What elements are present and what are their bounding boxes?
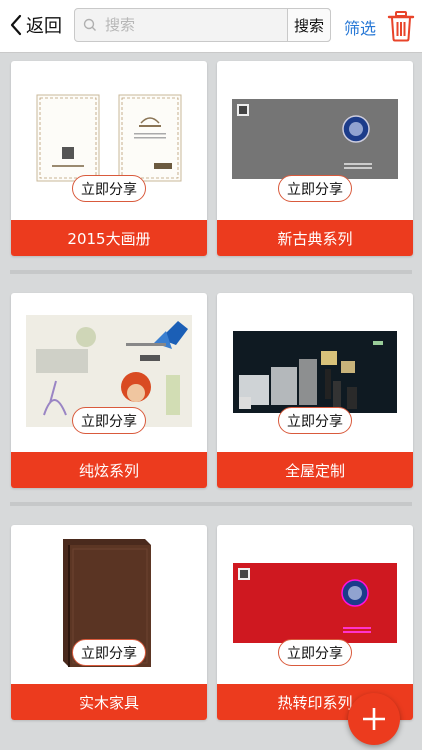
share-button[interactable]: 立即分享: [72, 175, 146, 202]
brochure-2015-icon: [36, 94, 182, 182]
plus-icon: [363, 708, 385, 730]
album-card-2015[interactable]: 立即分享 2015大画册: [11, 61, 207, 256]
red-cover-icon: [233, 563, 397, 643]
album-title: 纯炫系列: [11, 452, 207, 488]
share-button[interactable]: 立即分享: [72, 407, 146, 434]
album-card-whole-house[interactable]: 立即分享 全屋定制: [217, 293, 413, 488]
album-card-solid-wood[interactable]: 立即分享 实木家具: [11, 525, 207, 720]
search-button[interactable]: 搜索: [287, 8, 331, 42]
album-card-chunxuan[interactable]: 立即分享 纯炫系列: [11, 293, 207, 488]
album-card-neo-classical[interactable]: 立即分享 新古典系列: [217, 61, 413, 256]
share-button[interactable]: 立即分享: [72, 639, 146, 666]
whole-house-custom-icon: [233, 331, 397, 413]
filter-button[interactable]: 筛选: [344, 15, 376, 39]
add-button[interactable]: [348, 693, 400, 745]
album-title: 2015大画册: [11, 220, 207, 256]
neo-classical-cover-icon: [232, 99, 398, 179]
share-button[interactable]: 立即分享: [278, 175, 352, 202]
album-title: 实木家具: [11, 684, 207, 720]
back-button[interactable]: 返回: [8, 10, 62, 40]
album-card-heat-transfer[interactable]: 立即分享 热转印系列: [217, 525, 413, 720]
row-divider: [10, 270, 412, 274]
back-label: 返回: [26, 16, 62, 37]
share-button[interactable]: 立即分享: [278, 639, 352, 666]
search-icon: [83, 18, 97, 32]
search-box: 搜索: [74, 8, 331, 42]
share-button[interactable]: 立即分享: [278, 407, 352, 434]
chevron-left-icon: [10, 14, 22, 36]
row-divider: [10, 502, 412, 506]
album-title: 全屋定制: [217, 452, 413, 488]
search-input[interactable]: [103, 15, 272, 35]
top-navigation-bar: 返回 搜索 筛选: [0, 0, 422, 53]
trash-icon[interactable]: [386, 10, 416, 42]
album-title: 新古典系列: [217, 220, 413, 256]
